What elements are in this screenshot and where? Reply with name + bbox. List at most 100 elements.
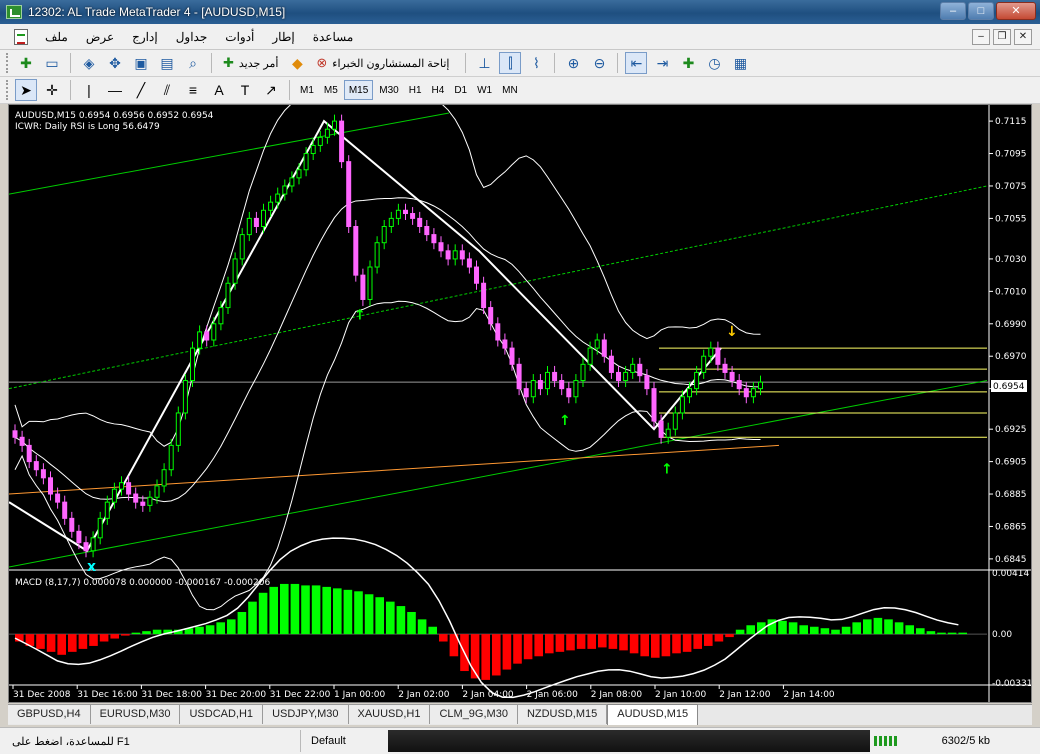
drawn-objects: [9, 105, 989, 611]
candle-body: [743, 388, 749, 398]
candle-body: [381, 226, 387, 244]
timeframe-m5[interactable]: M5: [320, 80, 342, 100]
fibonacci-icon[interactable]: ≡: [182, 79, 204, 101]
candle-body: [637, 363, 643, 377]
crosshair-icon[interactable]: ✛: [41, 79, 63, 101]
price-tick-label: 0.7075: [995, 182, 1027, 192]
menu-insert[interactable]: إدارج: [123, 30, 167, 44]
chart-document-icon[interactable]: [14, 28, 28, 45]
mdi-minimize-button[interactable]: –: [972, 29, 990, 45]
tab-clm-9g-m30[interactable]: CLM_9G,M30: [430, 705, 518, 724]
menu-view[interactable]: عرض: [77, 30, 123, 44]
timeframe-h4[interactable]: H4: [428, 80, 449, 100]
expert-advisors-button[interactable]: ⊗ إتاحة المستشارون الخبراء: [310, 52, 455, 74]
vertical-line-icon[interactable]: |: [78, 79, 100, 101]
text-icon[interactable]: A: [208, 79, 230, 101]
timeframe-m30[interactable]: M30: [375, 80, 402, 100]
menu-help[interactable]: مساعدة: [304, 30, 363, 44]
new-chart-icon[interactable]: ✚: [15, 52, 37, 74]
toolbar-separator: [289, 80, 290, 100]
candle-body: [119, 482, 124, 490]
mdi-restore-button[interactable]: ❐: [993, 29, 1011, 45]
line-chart-icon[interactable]: ⌇: [525, 52, 547, 74]
price-tick-label: 0.6905: [995, 458, 1027, 468]
auto-scroll-icon[interactable]: ⇤: [625, 52, 648, 74]
macd-bar: [629, 634, 639, 654]
macd-bar: [576, 634, 586, 649]
text-label-icon[interactable]: T: [234, 79, 256, 101]
zoom-in-icon[interactable]: ⊕: [562, 52, 584, 74]
candle-body: [608, 355, 614, 373]
candle-body: [438, 242, 444, 252]
market-watch-icon[interactable]: ◈: [78, 52, 100, 74]
tab-usdjpy-m30[interactable]: USDJPY,M30: [263, 705, 349, 724]
timeframe-h1[interactable]: H1: [405, 80, 426, 100]
candle-body: [594, 339, 600, 349]
mdi-close-button[interactable]: ✕: [1014, 29, 1032, 45]
macd-bar: [863, 619, 872, 635]
candlesticks-icon[interactable]: ⫿: [499, 52, 522, 74]
macd-bar: [290, 583, 300, 635]
close-button[interactable]: ✕: [996, 2, 1036, 20]
timeframe-d1[interactable]: D1: [450, 80, 471, 100]
periods-icon[interactable]: ◷: [703, 52, 725, 74]
macd-bar: [894, 622, 904, 635]
profiles-icon[interactable]: ▭: [41, 52, 63, 74]
templates-icon[interactable]: ▦: [729, 52, 751, 74]
macd-bar: [788, 622, 798, 635]
horizontal-line-icon[interactable]: —: [104, 79, 126, 101]
tab-xauusd-h1[interactable]: XAUUSD,H1: [348, 705, 431, 724]
signal-arrow-icon: ↑: [354, 308, 366, 324]
trend-channel-lower: [9, 380, 988, 568]
arrows-icon[interactable]: ↗: [260, 79, 282, 101]
candle-body: [488, 307, 494, 325]
time-tick-label: 2 Jan 12:00: [719, 690, 771, 700]
new-order-button[interactable]: ✚ أمر جديد: [217, 52, 284, 74]
timeframe-m15[interactable]: M15: [343, 80, 374, 100]
candle-body: [729, 371, 735, 382]
timeframe-m1[interactable]: M1: [296, 80, 318, 100]
macd-bar: [704, 634, 713, 646]
menu-charts[interactable]: جداول: [167, 30, 217, 44]
timeframe-mn[interactable]: MN: [498, 80, 522, 100]
maximize-button[interactable]: □: [968, 2, 994, 20]
zoom-out-icon[interactable]: ⊖: [588, 52, 610, 74]
trendline-icon[interactable]: ╱: [130, 79, 152, 101]
data-window-icon[interactable]: ✥: [104, 52, 126, 74]
navigator-icon[interactable]: ▣: [130, 52, 152, 74]
candle-body: [246, 217, 252, 236]
macd-bar: [354, 591, 363, 635]
menu-file[interactable]: ملف: [36, 30, 77, 44]
timeframe-w1[interactable]: W1: [473, 80, 496, 100]
equidistant-channel-icon[interactable]: ⫽: [156, 79, 178, 101]
price-chart[interactable]: x ↑ ↑ ↑ ↓ 0.7115 0.7095 0.7075 0.7055 0.7030 0.70…: [9, 105, 1031, 702]
tab-nzdusd-m15[interactable]: NZDUSD,M15: [517, 705, 608, 724]
candle-body: [197, 331, 203, 349]
minimize-button[interactable]: –: [940, 2, 966, 20]
indicators-icon[interactable]: ✚: [677, 52, 699, 74]
tab-usdcad-h1[interactable]: USDCAD,H1: [180, 705, 264, 724]
status-profile[interactable]: Default: [300, 730, 378, 752]
candle-body: [466, 258, 472, 268]
chart-window[interactable]: x ↑ ↑ ↑ ↓ 0.7115 0.7095 0.7075 0.7055 0.7030 0.70…: [8, 104, 1032, 703]
bar-chart-icon[interactable]: ⊥: [473, 52, 495, 74]
menu-tools[interactable]: أدوات: [216, 30, 263, 44]
strategy-tester-icon[interactable]: ⌕: [182, 52, 204, 74]
macd-bar: [513, 634, 522, 664]
menu-window[interactable]: إطار: [263, 30, 303, 44]
candle-body: [289, 177, 295, 187]
tab-gbpusd-h4[interactable]: GBPUSD,H4: [8, 705, 91, 724]
candle-body: [630, 363, 636, 373]
macd-label: MACD (8,17,7) 0.000078 0.000000 -0.00016…: [15, 578, 270, 588]
time-tick-label: 1 Jan 00:00: [334, 690, 386, 700]
metaeditor-icon[interactable]: ◆: [286, 52, 308, 74]
terminal-icon[interactable]: ▤: [156, 52, 178, 74]
candle-body: [324, 128, 330, 138]
candle-body: [481, 282, 487, 309]
chart-shift-icon[interactable]: ⇥: [651, 52, 673, 74]
resize-grip-icon[interactable]: [990, 730, 1010, 752]
signal-arrow-icon: ↓: [726, 324, 738, 340]
cursor-icon[interactable]: ➤: [15, 79, 37, 101]
tab-eurusd-m30[interactable]: EURUSD,M30: [90, 705, 181, 724]
tab-audusd-m15[interactable]: AUDUSD,M15: [607, 704, 699, 725]
